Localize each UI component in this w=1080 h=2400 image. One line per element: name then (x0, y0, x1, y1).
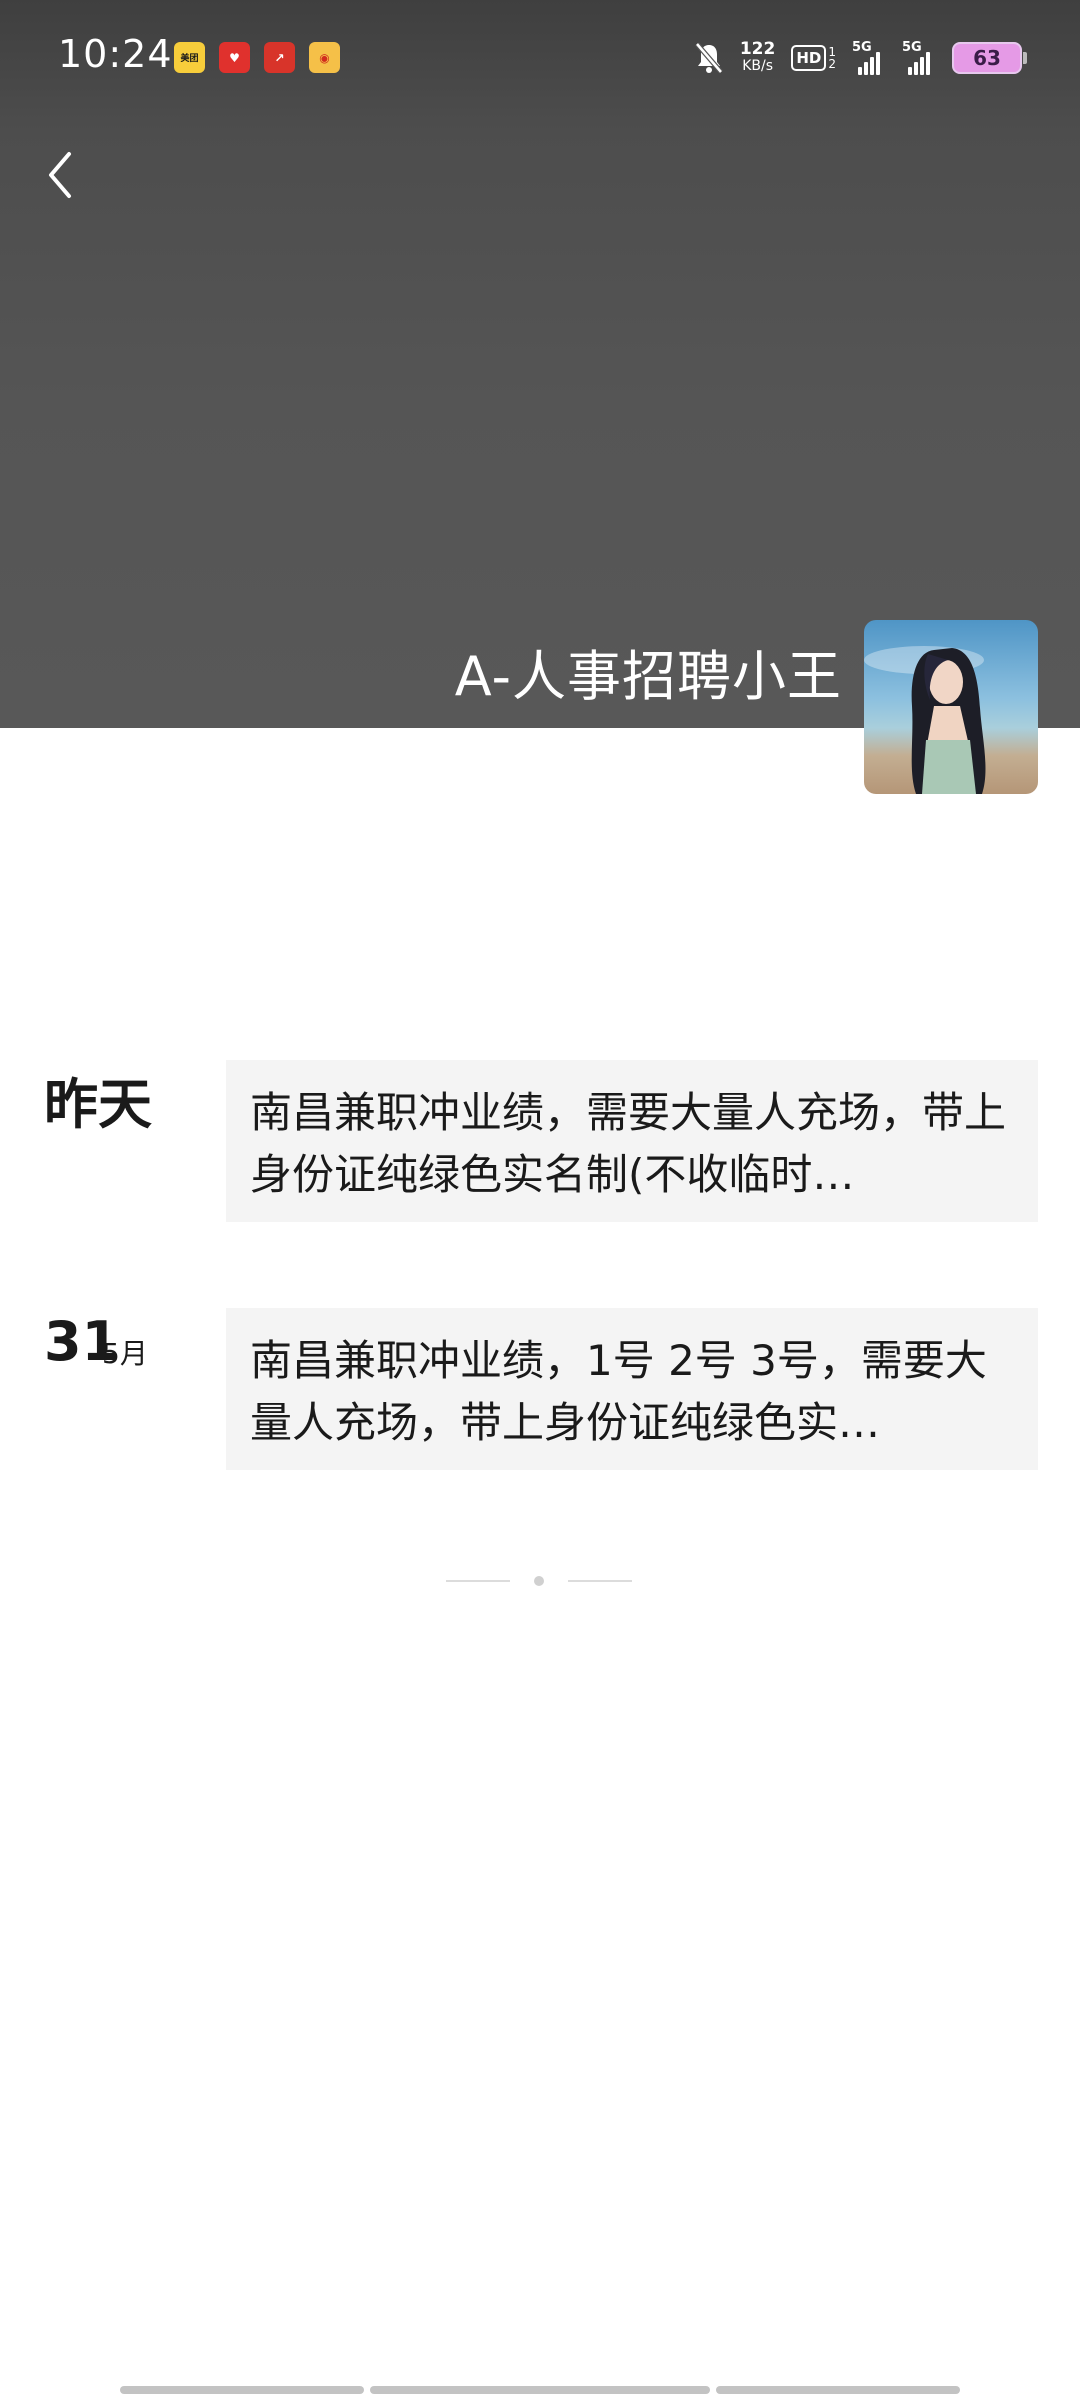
network-speed-unit: KB/s (742, 58, 773, 74)
sim2-signal-icon: 5G (902, 41, 936, 75)
chevron-left-icon (49, 152, 71, 198)
sim1-signal-icon: 5G (852, 41, 886, 75)
hd-sub-bottom: 2 (828, 57, 836, 71)
battery-icon: 63 (952, 42, 1027, 74)
sim2-network-type: 5G (902, 40, 922, 55)
notification-icons: 美团 ♥ ↗ ◉ (174, 42, 340, 73)
avatar[interactable] (864, 620, 1038, 794)
post-text: 南昌兼职冲业绩，需要大量人充场，带上身份证纯绿色实名制(不收临时… (250, 1088, 1007, 1199)
post-card[interactable]: 南昌兼职冲业绩，1号 2号 3号，需要大量人充场，带上身份证纯绿色实… (226, 1308, 1038, 1470)
meituan-icon: 美团 (174, 42, 205, 73)
gesture-navigation-bar[interactable] (120, 2386, 960, 2394)
post-date-month: 5月 (102, 1337, 148, 1370)
hd-voice-icon: HD 1 2 (791, 45, 836, 71)
network-speed: 122 KB/s (740, 41, 776, 75)
network-speed-value: 122 (739, 39, 776, 59)
post-text: 南昌兼职冲业绩，1号 2号 3号，需要大量人充场，带上身份证纯绿色实… (250, 1336, 987, 1447)
post-card[interactable]: 南昌兼职冲业绩，需要大量人充场，带上身份证纯绿色实名制(不收临时… (226, 1060, 1038, 1222)
avatar-photo (864, 646, 986, 794)
end-of-list-divider (446, 1576, 632, 1586)
sim1-network-type: 5G (852, 40, 872, 55)
cover-image[interactable]: 10:24 美团 ♥ ↗ ◉ 122 KB/s HD 1 2 5G 5G 63 … (0, 0, 1080, 728)
back-button[interactable] (30, 140, 90, 210)
hd-label: HD (791, 45, 827, 71)
app-heart-icon: ♥ (219, 42, 250, 73)
battery-level: 63 (973, 46, 1001, 70)
mute-bell-icon (694, 42, 723, 74)
moments-profile-page: 10:24 美团 ♥ ↗ ◉ 122 KB/s HD 1 2 5G 5G 63 … (0, 0, 1080, 2400)
status-bar: 10:24 美团 ♥ ↗ ◉ 122 KB/s HD 1 2 5G 5G 63 (0, 0, 1080, 110)
profile-name[interactable]: A-人事招聘小王 (455, 632, 842, 711)
status-time: 10:24 (58, 32, 173, 76)
weibo-icon: ◉ (309, 42, 340, 73)
post-date-label: 昨天 (44, 1073, 152, 1136)
system-status-icons: 122 KB/s HD 1 2 5G 5G 63 (694, 36, 1027, 80)
app-arrow-icon: ↗ (264, 42, 295, 73)
